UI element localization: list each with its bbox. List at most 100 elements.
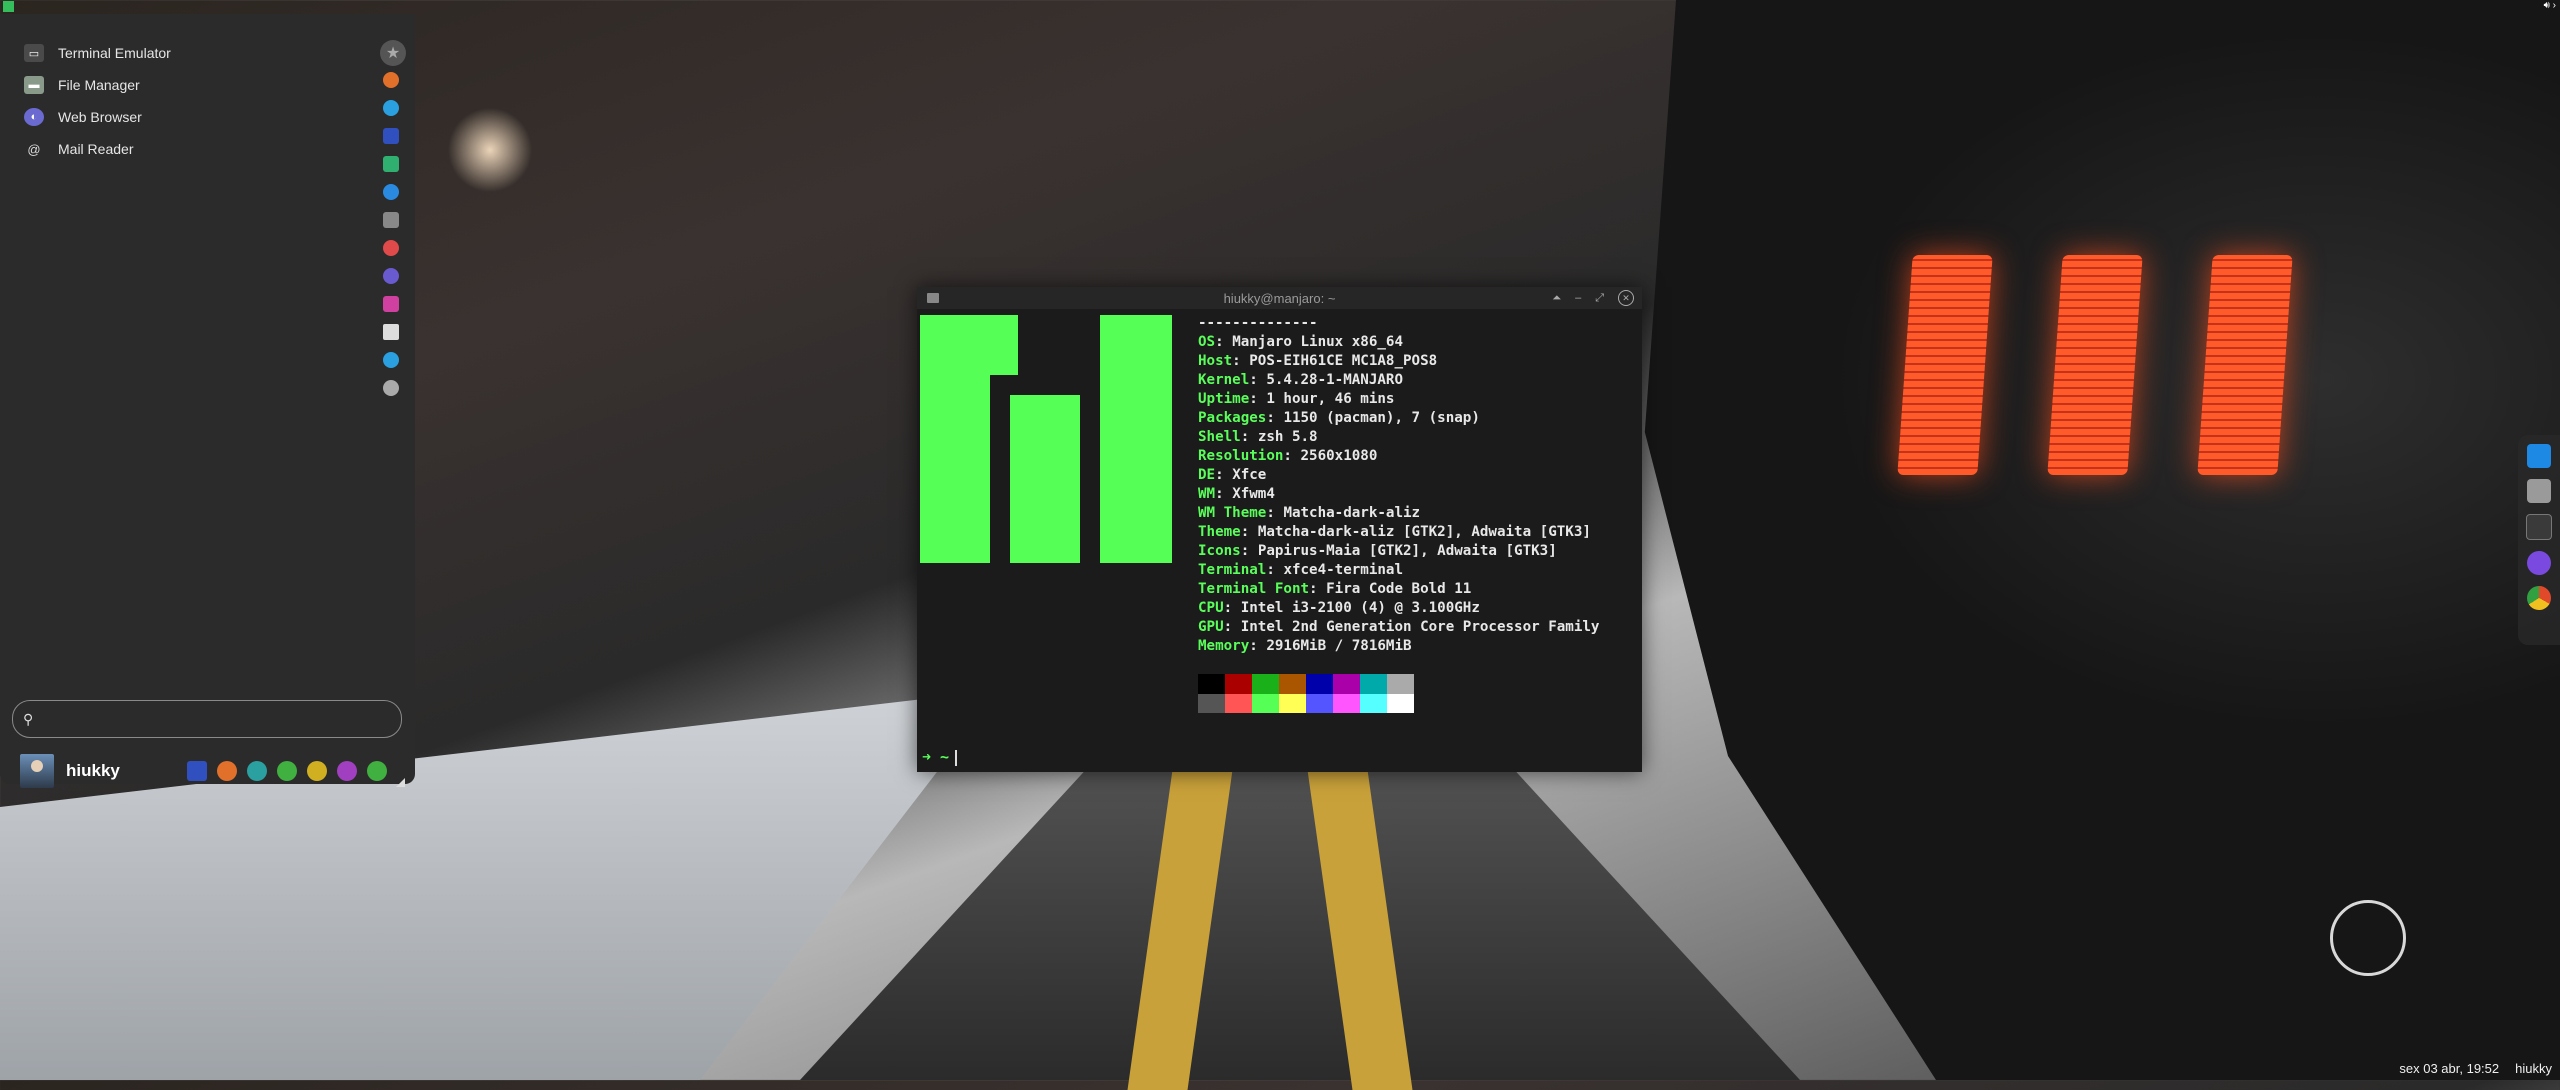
web-browser-icon: ◐ [24,108,44,126]
text-cursor [955,749,958,766]
info-value: 2916MiB / 7816MiB [1266,638,1412,654]
wallpaper-lane-line [1307,770,1413,1090]
category-icon[interactable] [383,128,399,144]
chevron-right-icon[interactable]: › [2553,0,2556,11]
palette-swatch [1252,694,1279,713]
palette-swatch [1198,694,1225,713]
at-icon: @ [27,141,41,157]
favorites-category-icon[interactable]: ★ [380,40,406,66]
info-value: Matcha-dark-aliz [1283,505,1421,521]
palette-swatch [1306,694,1333,713]
file-manager-icon: ▬ [24,76,44,94]
suspend-icon[interactable] [307,761,327,781]
search-box[interactable]: ⚲ [12,700,402,738]
info-value: Intel i3-2100 (4) @ 3.100GHz [1240,600,1480,616]
wallpaper-exhaust [2330,900,2406,976]
file-manager-icon[interactable] [2527,479,2551,503]
prompt-text: ➜ ~ [922,748,950,766]
restart-icon[interactable] [337,761,357,781]
search-input[interactable] [41,710,376,728]
info-key: OS [1198,334,1216,350]
wallpaper-lane-line [1127,770,1233,1090]
info-value: Intel 2nd Generation Core Processor Fami… [1240,619,1600,635]
wallpaper-taillight [2047,255,2143,475]
avatar[interactable] [20,754,54,788]
category-icon[interactable] [383,268,399,284]
palette-swatch [1225,674,1252,694]
info-key: Kernel [1198,372,1250,388]
shade-icon[interactable]: ⏶ [1552,292,1561,305]
terminal-window: hiukky@manjaro: ~ ⏶ – ⤢ ✕ --------------… [917,287,1642,772]
panel-username: hiukky [2515,1061,2552,1076]
palette-swatch [1279,694,1306,713]
info-key: Memory [1198,638,1250,654]
info-line: Icons: Papirus-Maia [GTK2], Adwaita [GTK… [1198,543,1557,559]
vscode-icon[interactable] [2527,444,2551,468]
favorite-terminal-emulator[interactable]: ▭ Terminal Emulator [24,39,171,67]
shutdown-icon[interactable] [367,761,387,781]
window-controls: ⏶ – ⤢ ✕ [1552,290,1634,306]
terminal-icon[interactable] [2526,514,2552,540]
palette-swatch [1198,674,1225,694]
panel-clock[interactable]: sex 03 abr, 19:52 hiukky [2383,1061,2552,1076]
info-key: Shell [1198,429,1241,445]
palette-swatch [1360,694,1387,713]
palette-swatch [1387,694,1414,713]
favorite-web-browser[interactable]: ◐ Web Browser [24,103,142,131]
volume-icon[interactable]: 🔊︎ [2544,0,2550,11]
settings-manager-icon[interactable] [187,761,207,781]
top-panel: 🔊︎ › [0,0,2560,14]
maximize-icon[interactable]: ⤢ [1595,292,1604,305]
palette-swatch [1387,674,1414,694]
info-key: CPU [1198,600,1224,616]
category-icon[interactable] [383,240,399,256]
category-icon[interactable] [383,352,399,368]
favorite-label: Mail Reader [58,141,134,157]
chrome-icon[interactable] [2527,586,2551,610]
category-icon[interactable] [383,212,399,228]
date-time: sex 03 abr, 19:52 [2399,1061,2500,1076]
category-icon[interactable] [383,156,399,172]
favorite-mail-reader[interactable]: @ Mail Reader [24,135,133,163]
info-value: 2560x1080 [1300,448,1378,464]
favorite-file-manager[interactable]: ▬ File Manager [24,71,140,99]
terminal-icon [927,293,939,303]
switch-user-icon[interactable] [247,761,267,781]
info-key: WM [1198,486,1216,502]
minimize-icon[interactable]: – [1575,292,1581,304]
category-icon[interactable] [383,72,399,88]
info-key: DE [1198,467,1216,483]
category-icon[interactable] [383,100,399,116]
info-value: 5.4.28-1-MANJARO [1266,372,1404,388]
terminal-titlebar[interactable]: hiukky@manjaro: ~ ⏶ – ⤢ ✕ [917,287,1642,309]
info-line: OS: Manjaro Linux x86_64 [1198,334,1404,350]
info-value: Fira Code Bold 11 [1326,581,1472,597]
info-value: Papirus-Maia [GTK2], Adwaita [GTK3] [1257,543,1557,559]
category-icon[interactable] [383,184,399,200]
info-value: Xfce [1232,467,1267,483]
info-line: Resolution: 2560x1080 [1198,448,1378,464]
quick-actions [187,761,387,781]
info-value: xfce4-terminal [1283,562,1404,578]
lock-screen-icon[interactable] [217,761,237,781]
info-line: Memory: 2916MiB / 7816MiB [1198,638,1412,654]
discord-icon[interactable] [2527,551,2551,575]
info-key: WM Theme [1198,505,1267,521]
resize-handle[interactable] [396,778,405,787]
log-out-icon[interactable] [277,761,297,781]
info-line: Terminal Font: Fira Code Bold 11 [1198,581,1472,597]
category-icon[interactable] [383,296,399,312]
info-line: Kernel: 5.4.28-1-MANJARO [1198,372,1404,388]
close-icon[interactable]: ✕ [1618,290,1634,306]
palette-swatch [1225,694,1252,713]
shell-prompt[interactable]: ➜ ~ [922,748,958,766]
palette-swatch [1252,674,1279,694]
manjaro-menu-icon[interactable] [3,1,14,12]
user-section: hiukky [20,754,120,788]
wallpaper-car [1644,0,2560,1080]
info-line: DE: Xfce [1198,467,1267,483]
settings-category-icon[interactable] [383,380,399,396]
panel-tray: 🔊︎ › [2544,0,2556,11]
category-icon[interactable] [383,324,399,340]
info-line: CPU: Intel i3-2100 (4) @ 3.100GHz [1198,600,1480,616]
